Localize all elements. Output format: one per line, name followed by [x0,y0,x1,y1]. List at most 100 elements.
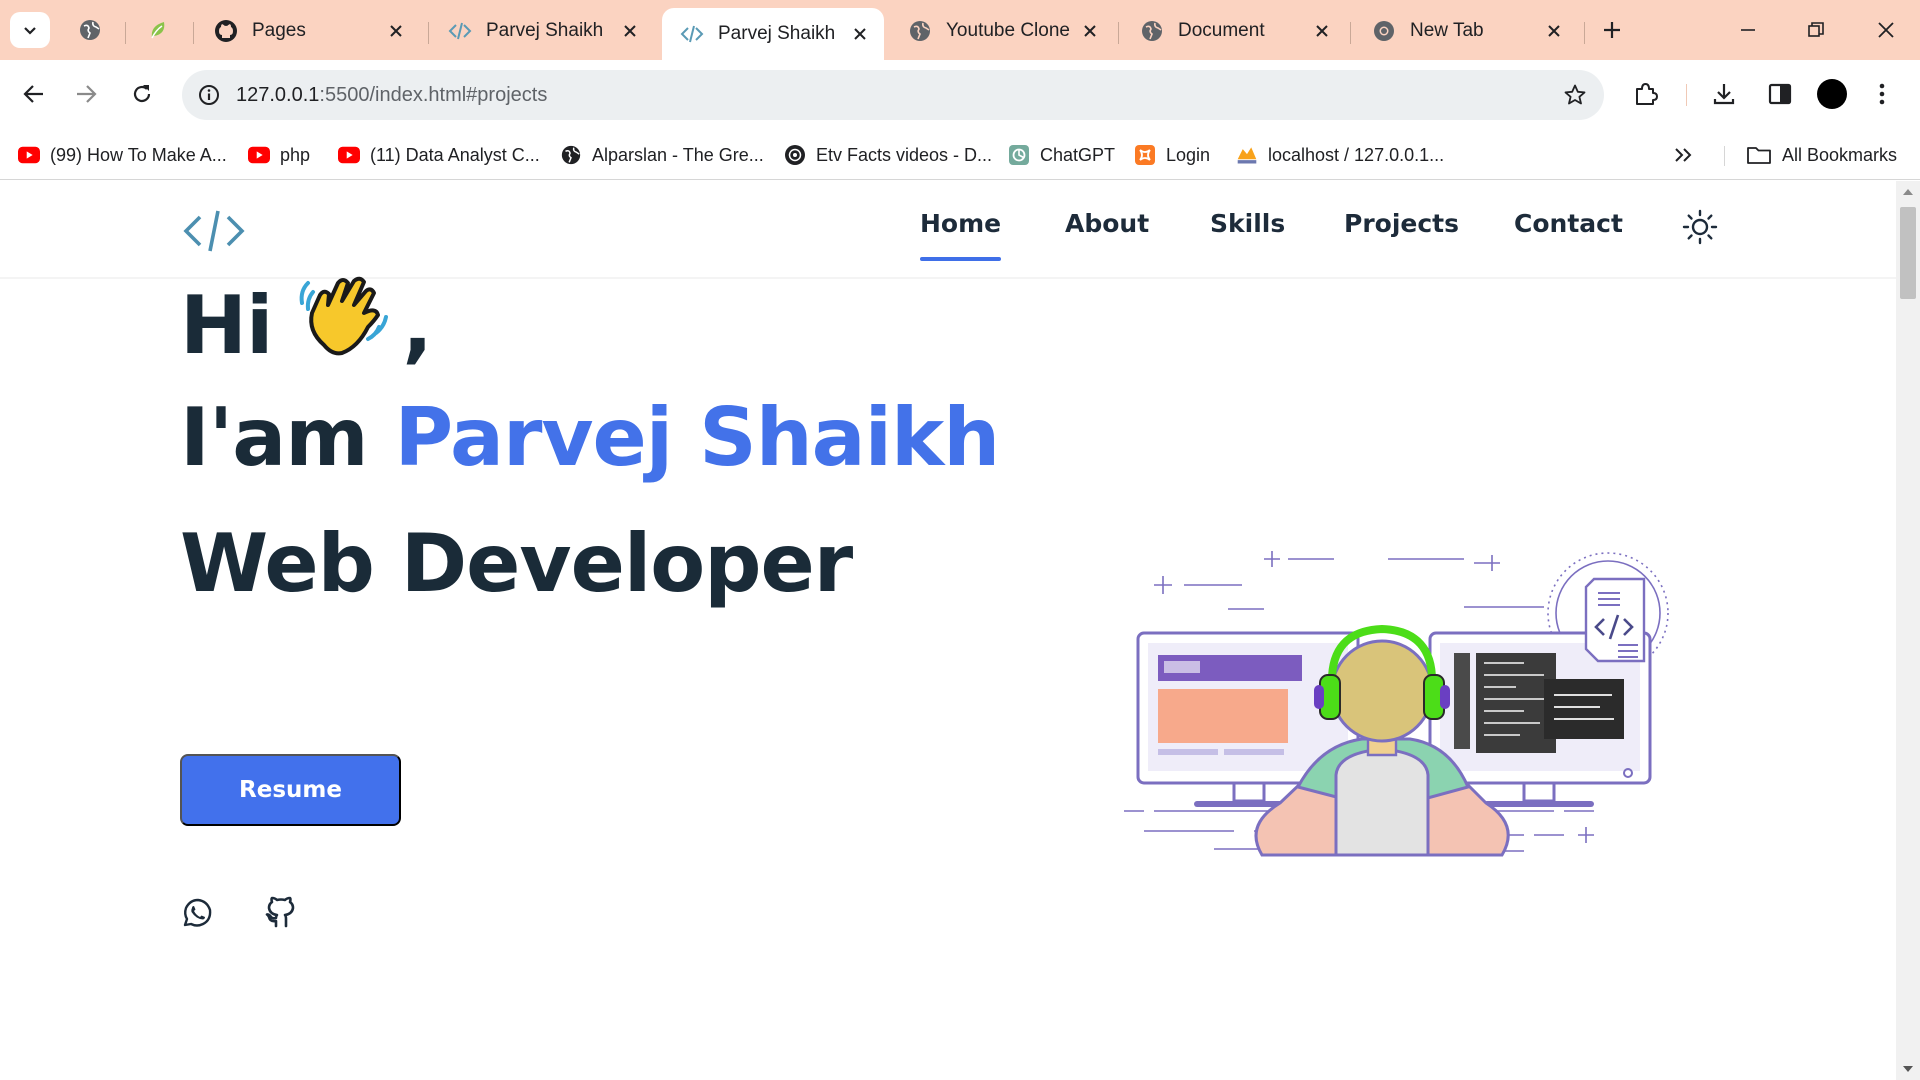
bookmark-item[interactable]: localhost / 127.0.0.1... [1236,140,1444,170]
github-icon[interactable] [264,896,298,930]
globe-icon [560,144,582,166]
bookmark-item[interactable]: Etv Facts videos - D... [784,140,992,170]
avatar-icon [1817,79,1847,109]
side-panel-button[interactable] [1760,74,1800,114]
close-icon[interactable] [848,22,872,46]
nav-skills[interactable]: Skills [1210,209,1285,238]
hero-greeting-line: Hi , [180,267,433,372]
page-scrollbar[interactable] [1896,181,1920,1080]
tab-document[interactable]: Document [1122,10,1346,52]
tab-title: New Tab [1410,20,1484,41]
minimize-button[interactable] [1720,10,1776,50]
download-icon [1713,84,1735,105]
address-bar[interactable]: 127.0.0.1:5500/index.html#projects [182,70,1604,120]
url-path: :5500/index.html#projects [319,84,548,106]
puzzle-icon [1636,83,1658,105]
minimize-icon [1741,29,1755,31]
profile-avatar[interactable] [1812,74,1852,114]
close-icon[interactable] [1310,19,1334,43]
youtube-icon [338,144,360,166]
hero-name: Parvej Shaikh [394,391,1000,484]
tab-parvej-1[interactable]: Parvej Shaikh [430,10,654,52]
double-chevron-right-icon [1675,148,1692,162]
nav-contact[interactable]: Contact [1514,209,1623,238]
restore-button[interactable] [1788,10,1844,50]
more-bookmarks-button[interactable] [1674,140,1692,170]
close-icon[interactable] [1078,19,1102,43]
extensions-button[interactable] [1626,74,1666,114]
browser-window: Pages Parvej Shaikh Parvej Shaikh Youtub… [0,0,1920,1080]
close-icon [1878,22,1894,38]
xampp-icon [1134,144,1156,166]
bookmark-item[interactable]: Alparslan - The Gre... [560,140,764,170]
tab-title: Parvej Shaikh [718,23,836,44]
code-icon [680,22,704,46]
close-window-button[interactable] [1858,10,1914,50]
url-host: 127.0.0.1 [236,84,320,106]
new-tab-button[interactable] [1594,12,1630,48]
scrollbar-thumb[interactable] [1900,207,1916,299]
page-viewport: Home About Skills Projects Contact Hi , … [0,181,1896,1080]
bookmark-item[interactable]: Login [1134,140,1210,170]
scroll-up-icon[interactable] [1902,187,1914,197]
tab-youtube-clone[interactable]: Youtube Clone [890,10,1114,52]
arrow-right-icon [77,85,97,103]
nav-home[interactable]: Home [920,209,1002,261]
whatsapp-icon[interactable] [180,896,214,930]
globe-icon [1140,19,1164,43]
resume-button[interactable]: Resume [180,754,401,826]
hero-intro: I'am [180,391,369,484]
youtube-icon [18,144,40,166]
tab-title: Parvej Shaikh [486,20,604,41]
reload-icon [133,85,151,103]
chrome-icon [1372,19,1396,43]
bookmarks-bar: (99) How To Make A... php (11) Data Anal… [0,130,1920,180]
bookmark-item[interactable]: php [248,140,310,170]
nav-projects[interactable]: Projects [1344,209,1459,238]
bookmark-star-icon[interactable] [1562,82,1588,108]
downloads-button[interactable] [1704,74,1744,114]
tab-title: Document [1178,20,1265,41]
tab-parvej-active[interactable]: Parvej Shaikh [662,8,884,60]
tab-new-tab[interactable]: New Tab [1354,10,1578,52]
hero-greeting: Hi [180,279,273,372]
bookmark-item[interactable]: ChatGPT [1008,140,1115,170]
youtube-icon [248,144,270,166]
url-text[interactable]: 127.0.0.1:5500/index.html#projects [236,70,547,120]
restore-icon [1808,22,1824,37]
code-logo-icon[interactable] [182,207,246,255]
phpmyadmin-icon [1236,144,1258,166]
close-icon[interactable] [1542,19,1566,43]
leaf-icon [151,22,165,39]
hero-comma: , [402,279,432,372]
site-info-icon[interactable] [196,82,222,108]
bookmark-item[interactable]: (99) How To Make A... [18,140,227,170]
sun-icon[interactable] [1682,209,1718,245]
bookmark-item[interactable]: (11) Data Analyst C... [338,140,540,170]
nav-about[interactable]: About [1065,209,1149,238]
close-icon[interactable] [618,19,642,43]
forward-button[interactable] [66,74,106,114]
pinned-tab-2[interactable] [128,12,188,48]
site-header: Home About Skills Projects Contact [0,181,1896,279]
globe-icon [80,20,100,40]
close-icon[interactable] [384,19,408,43]
arrow-left-icon [23,85,43,103]
tab-search-button[interactable] [10,12,50,48]
scroll-down-icon[interactable] [1902,1064,1914,1074]
pinned-tab-1[interactable] [60,12,120,48]
reload-button[interactable] [122,74,162,114]
chatgpt-icon [1008,144,1030,166]
back-button[interactable] [14,74,54,114]
chevron-down-icon [24,27,36,35]
toolbar: 127.0.0.1:5500/index.html#projects [0,60,1920,130]
folder-icon [1746,144,1772,166]
all-bookmarks-button[interactable]: All Bookmarks [1746,140,1897,170]
menu-button[interactable] [1862,74,1902,114]
hero-role: Web Developer [180,517,853,610]
hero-intro-line: I'am Parvej Shaikh [180,391,1000,484]
tab-pages[interactable]: Pages [196,10,420,52]
plus-icon [1604,22,1620,38]
side-panel-icon [1768,83,1792,105]
tab-title: Pages [252,20,306,41]
